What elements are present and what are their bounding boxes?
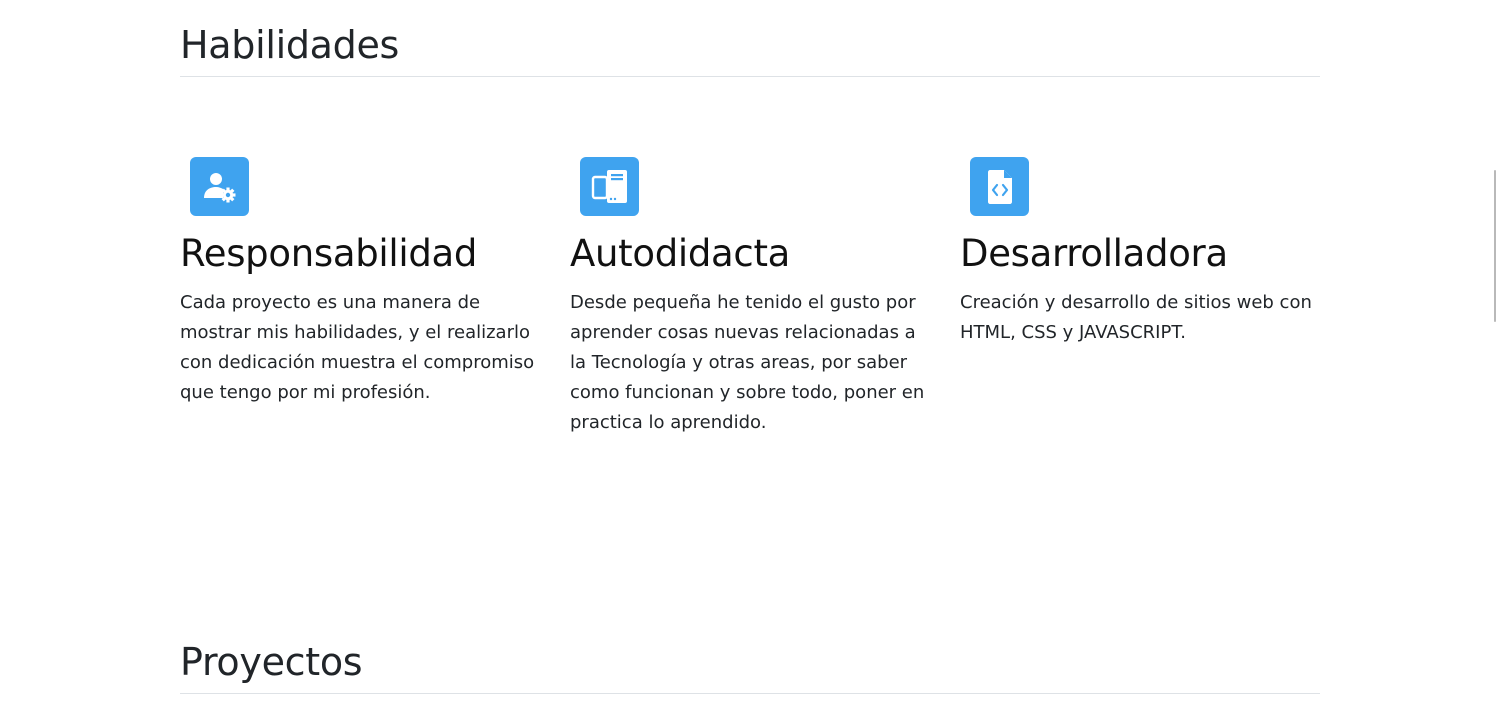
devices-icon (580, 157, 639, 216)
section-divider (180, 76, 1320, 77)
skill-title: Desarrolladora (960, 232, 1228, 275)
skill-description: Creación y desarrollo de sitios web con … (960, 292, 1312, 343)
user-gear-icon (190, 157, 249, 216)
skill-description: Cada proyecto es una manera de mostrar m… (180, 292, 535, 403)
page: Habilidades Responsabilidad Cada proyect… (0, 0, 1500, 713)
scrollbar[interactable] (1494, 170, 1496, 322)
skill-title: Autodidacta (570, 232, 791, 275)
code-file-icon (970, 157, 1029, 216)
skill-card-autodidacta: Autodidacta Desde pequeña he tenido el g… (570, 157, 930, 438)
section-title-proyectos: Proyectos (180, 640, 363, 684)
skill-card-desarrolladora: Desarrolladora Creación y desarrollo de … (960, 157, 1320, 348)
skill-description: Desde pequeña he tenido el gusto por apr… (570, 292, 925, 433)
skill-title: Responsabilidad (180, 232, 478, 275)
section-divider (180, 693, 1320, 694)
skill-card-responsabilidad: Responsabilidad Cada proyecto es una man… (180, 157, 540, 408)
section-title-habilidades: Habilidades (180, 23, 400, 67)
